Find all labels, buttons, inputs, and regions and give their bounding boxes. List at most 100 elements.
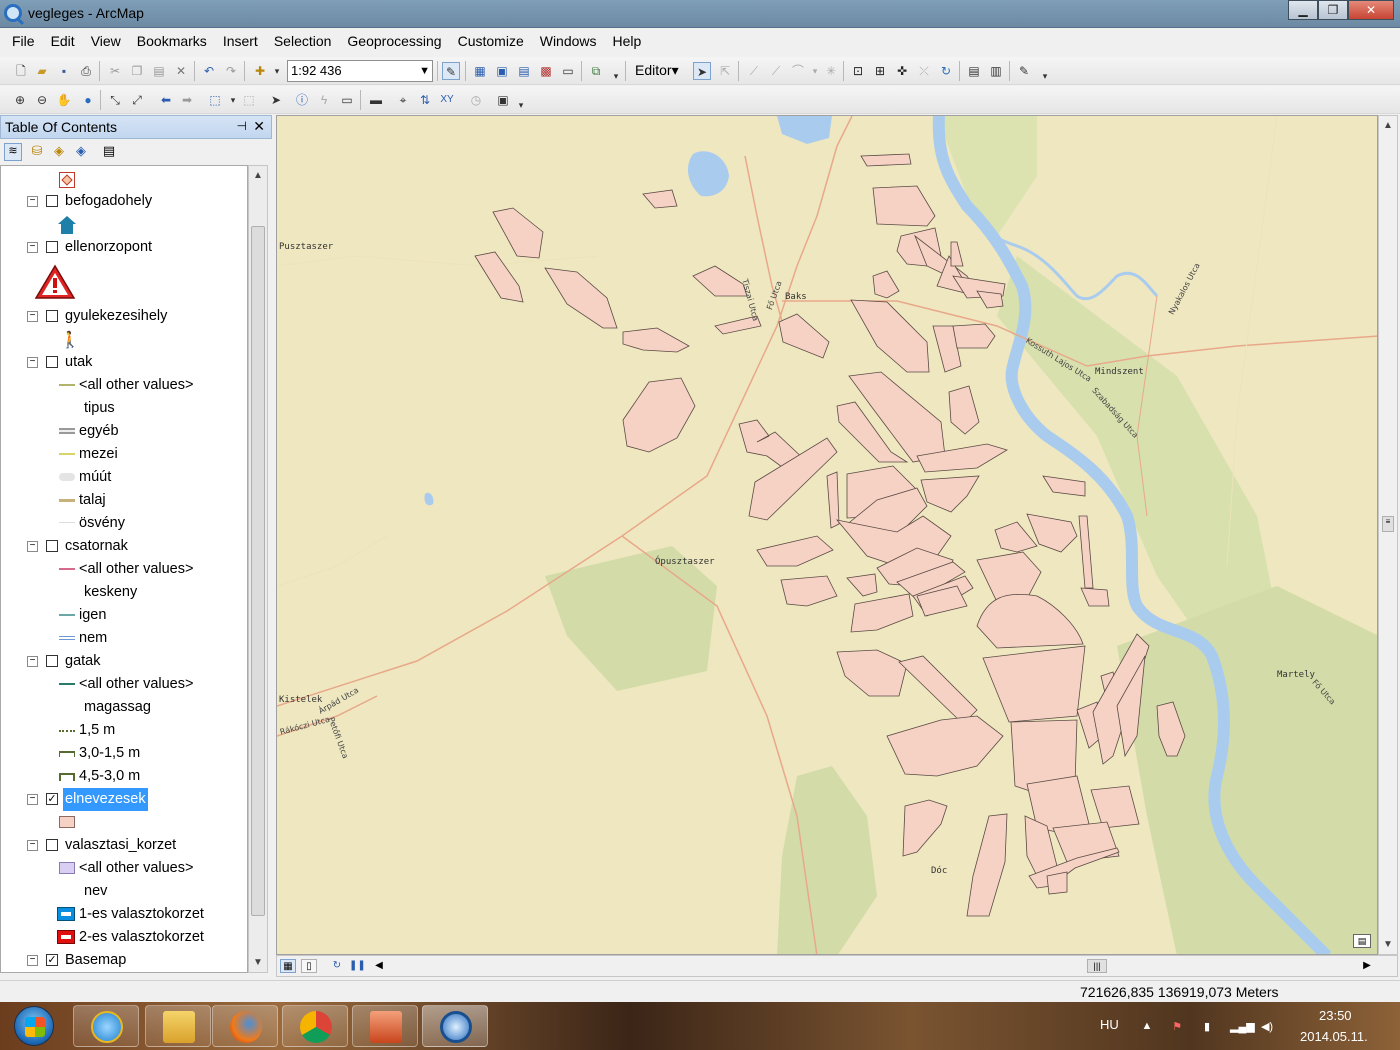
layer-name[interactable]: befogadohely (65, 190, 152, 213)
layer-visibility-checkbox[interactable] (46, 839, 58, 851)
arcmap-app-icon[interactable] (4, 4, 22, 22)
attributes-icon[interactable]: ▤ (965, 62, 983, 80)
menu-windows[interactable]: Windows (532, 29, 605, 55)
map-view[interactable]: Pusztaszer Baks Mindszent Ópusztaszer Ki… (276, 115, 1378, 955)
layer-visibility-checkbox[interactable] (46, 241, 58, 253)
editor-menu-button[interactable]: Editor▾ (635, 62, 679, 79)
menu-selection[interactable]: Selection (266, 29, 340, 55)
maximize-button[interactable]: ❐ (1318, 0, 1348, 20)
go-back-icon[interactable]: ⬅ (157, 91, 175, 109)
hyperlink-icon[interactable]: ϟ (315, 91, 333, 109)
full-extent-icon[interactable]: ● (79, 91, 97, 109)
scroll-down-icon[interactable]: ▼ (253, 957, 263, 968)
minimize-button[interactable]: ▁ (1288, 0, 1318, 20)
collapse-icon[interactable]: − (27, 955, 38, 966)
rotate-icon[interactable]: ↻ (937, 62, 955, 80)
measure-icon[interactable]: ▬ (367, 91, 385, 109)
html-popup-icon[interactable]: ▭ (338, 91, 356, 109)
select-elements-icon[interactable]: ➤ (267, 91, 285, 109)
data-view-icon[interactable]: ▦ (280, 959, 296, 973)
map-vertical-scrollbar[interactable]: ▲ ≡ ▼ (1378, 115, 1398, 955)
toc-layer-basemap[interactable]: − ✓ Basemap (1, 949, 247, 972)
layer-name[interactable]: valasztasi_korzet (65, 834, 176, 857)
scroll-down-icon[interactable]: ▼ (1383, 939, 1393, 950)
layer-name[interactable]: gyulekezesihely (65, 305, 167, 328)
map-scale-combobox[interactable]: 1:92 436 ▼ (287, 60, 433, 82)
delete-icon[interactable]: ✕ (172, 62, 190, 80)
toc-layer-valasztasi-korzet[interactable]: − valasztasi_korzet (1, 834, 247, 857)
split-icon[interactable]: ⤫ (915, 62, 933, 80)
python-window-icon[interactable]: ▭ (559, 62, 577, 80)
table-of-contents-icon[interactable]: ▦ (471, 62, 489, 80)
layer-name[interactable]: utak (65, 351, 92, 374)
collapse-icon[interactable]: − (27, 541, 38, 552)
taskbar-chrome[interactable] (282, 1005, 348, 1047)
find-icon[interactable]: ⌖ (394, 91, 412, 109)
menu-bookmarks[interactable]: Bookmarks (129, 29, 215, 55)
taskbar-explorer[interactable] (145, 1005, 211, 1047)
clock-time[interactable]: 23:50 (1319, 1008, 1352, 1023)
print-icon[interactable]: ⎙ (77, 62, 95, 80)
copy-icon[interactable]: ❐ (128, 62, 146, 80)
fixed-zoom-in-icon[interactable]: ⤡ (106, 91, 124, 109)
toc-layer-befogadohely[interactable]: − befogadohely (1, 190, 247, 213)
time-slider-icon[interactable]: ◷ (467, 91, 485, 109)
edit-tool-icon[interactable]: ➤ (693, 62, 711, 80)
list-by-drawing-order-icon[interactable]: ≋ (4, 143, 22, 161)
start-button[interactable] (14, 1006, 54, 1046)
layer-visibility-checkbox[interactable] (46, 310, 58, 322)
clock-date[interactable]: 2014.05.11. (1300, 1029, 1368, 1044)
toc-layer-gyulekezesihely[interactable]: − gyulekezesihely (1, 305, 247, 328)
toc-layer-csatornak[interactable]: − csatornak (1, 535, 247, 558)
taskbar-arcmap[interactable] (422, 1005, 488, 1047)
select-features-icon[interactable]: ⬚ (206, 91, 224, 109)
cut-icon[interactable]: ✂ (106, 62, 124, 80)
toc-layer-ellenorzopont[interactable]: − ellenorzopont (1, 236, 247, 259)
sketch-properties-icon[interactable]: ▥ (987, 62, 1005, 80)
taskbar-firefox[interactable] (212, 1005, 278, 1047)
layer-visibility-checkbox[interactable] (46, 356, 58, 368)
collapse-icon[interactable]: − (27, 196, 38, 207)
reshape-icon[interactable]: ⊞ (871, 62, 889, 80)
end-point-arc-icon[interactable]: ⟋ (767, 62, 785, 80)
map-canvas[interactable] (277, 116, 1378, 955)
menu-file[interactable]: File (4, 29, 43, 55)
go-to-xy-icon[interactable]: XY (438, 91, 456, 109)
pan-icon[interactable]: ✋ (55, 91, 73, 109)
add-data-dropdown-icon[interactable]: ▾ (268, 62, 286, 80)
menu-edit[interactable]: Edit (43, 29, 83, 55)
taskbar-internet-explorer[interactable] (73, 1005, 139, 1047)
list-by-selection-icon[interactable]: ◈ (72, 143, 90, 161)
toc-layer-gatak[interactable]: − gatak (1, 650, 247, 673)
menu-help[interactable]: Help (605, 29, 650, 55)
new-document-icon[interactable]: 🗋 (12, 62, 30, 80)
search-window-icon[interactable]: ▤ (515, 62, 533, 80)
add-data-icon[interactable]: ✚ (251, 62, 269, 80)
close-button[interactable]: ✕ (1348, 0, 1394, 20)
edit-vertices-icon[interactable]: ⊡ (849, 62, 867, 80)
toc-layer-utak[interactable]: − utak (1, 351, 247, 374)
show-hidden-icons-icon[interactable]: ▲ (1140, 1020, 1154, 1034)
editor-toolbar-options-icon[interactable]: ▾ (1036, 67, 1054, 85)
network-icon[interactable]: ▂▄▆ (1230, 1020, 1255, 1034)
layer-visibility-checkbox-checked[interactable]: ✓ (46, 793, 58, 805)
scroll-up-icon[interactable]: ▲ (253, 170, 263, 181)
undo-icon[interactable]: ↶ (200, 62, 218, 80)
collapse-icon[interactable]: − (27, 311, 38, 322)
trace-icon[interactable]: ⌒ (789, 62, 807, 80)
collapse-icon[interactable]: − (27, 794, 38, 805)
toc-close-icon[interactable]: ✕ (253, 118, 265, 135)
zoom-out-icon[interactable]: ⊖ (33, 91, 51, 109)
pause-drawing-icon[interactable]: ❚❚ (349, 959, 366, 973)
chevron-down-icon[interactable]: ▼ (419, 61, 430, 81)
layer-visibility-checkbox[interactable] (46, 540, 58, 552)
layer-name-selected[interactable]: elnevezesek (63, 788, 148, 811)
menu-insert[interactable]: Insert (215, 29, 266, 55)
zoom-in-icon[interactable]: ⊕ (11, 91, 29, 109)
list-by-source-icon[interactable]: ⛁ (28, 143, 46, 161)
horizontal-scrollbar-thumb[interactable]: ||| (1087, 959, 1107, 973)
edit-annotation-icon[interactable]: ⇱ (716, 62, 734, 80)
clear-selection-icon[interactable]: ⬚ (240, 91, 258, 109)
taskbar-powerpoint[interactable] (352, 1005, 418, 1047)
cut-polygons-icon[interactable]: ✜ (893, 62, 911, 80)
